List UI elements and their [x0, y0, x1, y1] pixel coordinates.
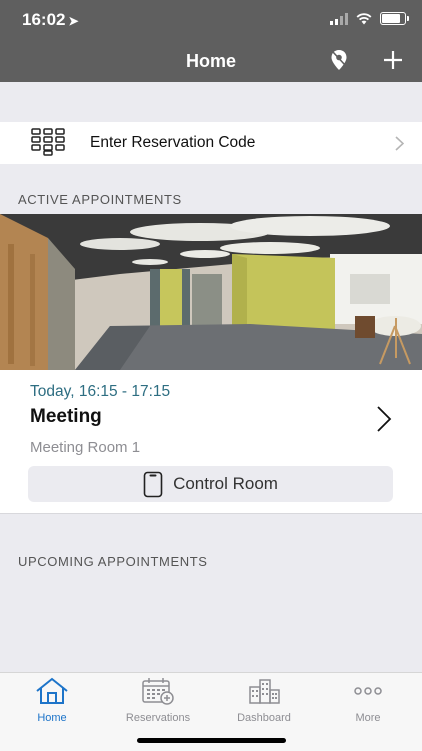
tab-reservations[interactable]: Reservations [108, 677, 208, 724]
upcoming-appointments-heading: UPCOMING APPOINTMENTS [18, 554, 208, 569]
status-time-text: 16:02 [22, 10, 66, 29]
tab-more[interactable]: More [318, 677, 418, 724]
control-room-label: Control Room [173, 474, 278, 493]
location-arrow-icon: ➤ [68, 14, 79, 28]
tab-dashboard[interactable]: Dashboard [214, 677, 314, 724]
cellular-signal-icon [330, 12, 348, 25]
add-icon[interactable] [382, 49, 404, 71]
appointment-room: Meeting Room 1 [30, 439, 141, 456]
appointment-time: Today, 16:15 - 17:15 [30, 383, 171, 400]
tab-home[interactable]: Home [2, 677, 102, 724]
tab-home-label: Home [37, 712, 67, 724]
phone-icon [143, 471, 163, 497]
room-photo [0, 214, 422, 370]
home-icon [36, 677, 68, 704]
appointment-title: Meeting [30, 406, 102, 427]
buildings-icon [249, 679, 280, 704]
status-time: 16:02 ➤ [22, 10, 79, 30]
active-appointment-card[interactable]: Today, 16:15 - 17:15 Meeting Meeting Roo… [0, 370, 422, 514]
control-room-button[interactable]: Control Room [28, 466, 393, 502]
calendar-add-icon [142, 678, 174, 705]
chevron-right-icon[interactable] [376, 405, 392, 433]
enter-reservation-code-label: Enter Reservation Code [90, 134, 256, 151]
status-indicators [330, 12, 409, 25]
chevron-right-icon [395, 136, 404, 151]
home-indicator[interactable] [137, 738, 286, 743]
tab-more-label: More [355, 712, 381, 724]
page-title: Home [185, 51, 236, 71]
tab-dashboard-label: Dashboard [237, 712, 291, 724]
keypad-icon [31, 128, 65, 156]
tab-reservations-label: Reservations [125, 712, 191, 724]
wifi-icon [356, 12, 372, 24]
battery-icon [380, 12, 409, 25]
location-pin-icon[interactable] [328, 49, 350, 71]
more-icon [354, 687, 382, 695]
navigation-header: 16:02 ➤ Home [0, 0, 422, 82]
active-appointments-heading: ACTIVE APPOINTMENTS [18, 192, 182, 207]
enter-reservation-code-row[interactable]: Enter Reservation Code [0, 122, 422, 164]
